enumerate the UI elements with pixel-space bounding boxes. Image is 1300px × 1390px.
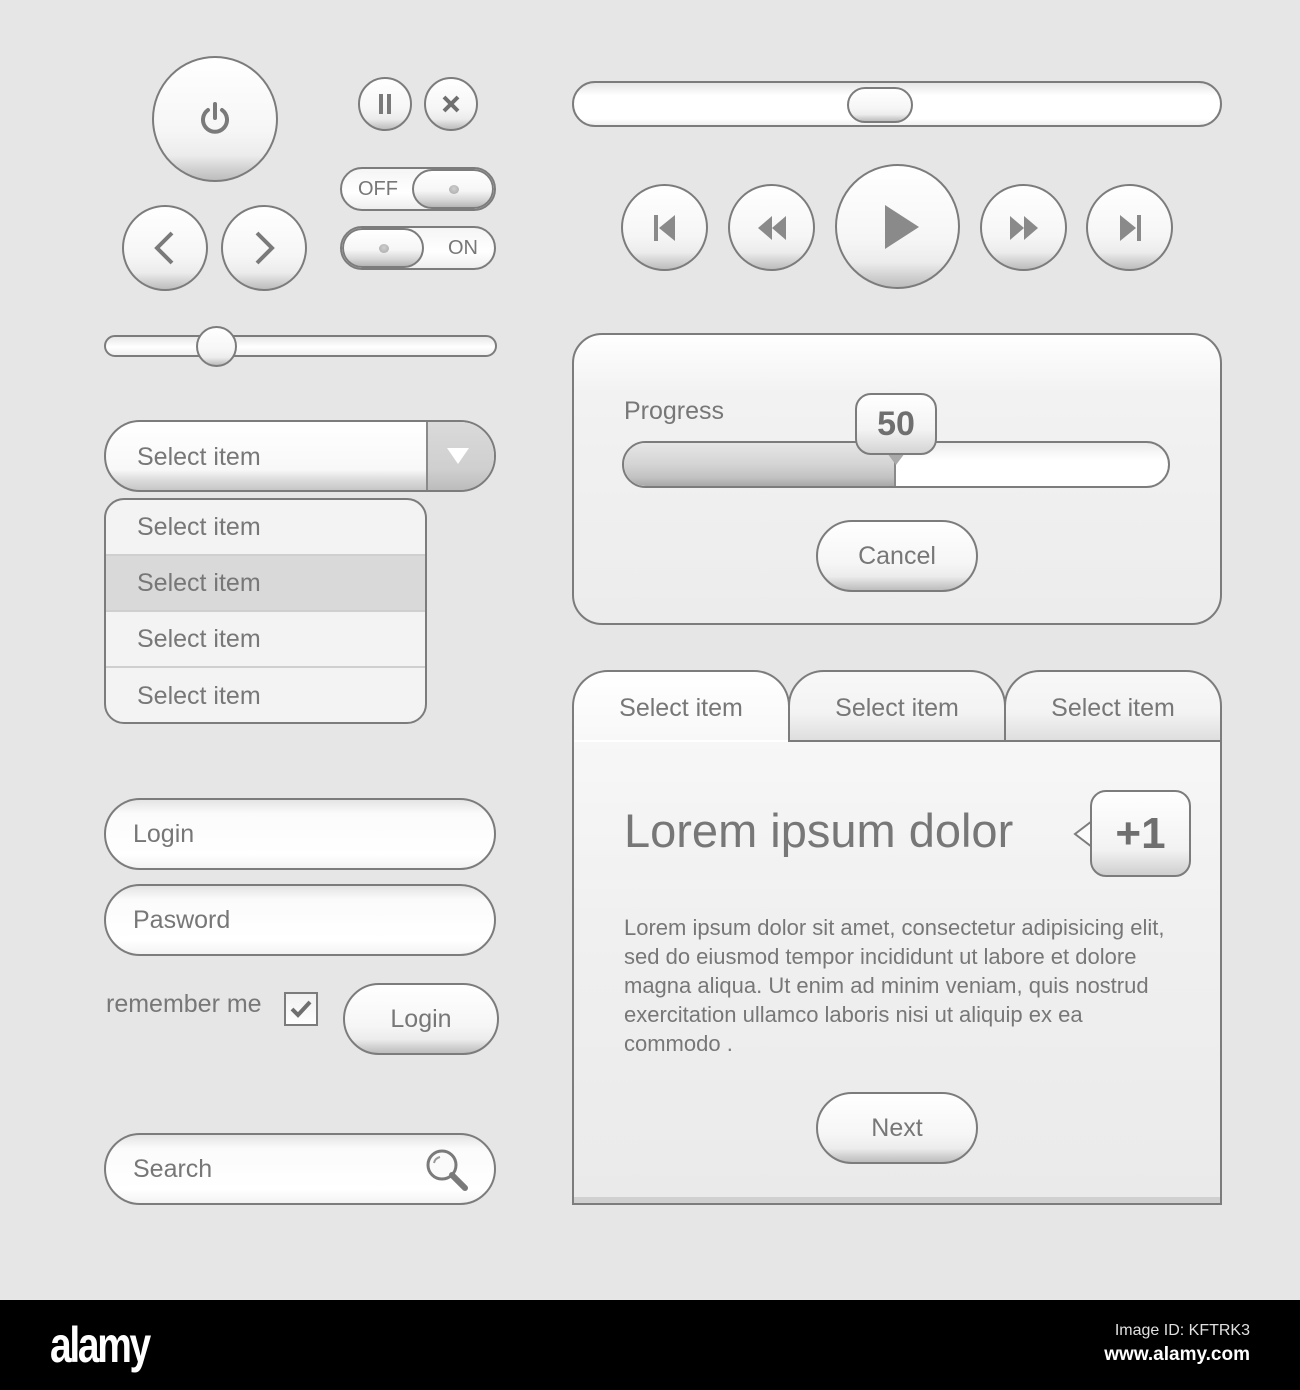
tab-1[interactable]: Select item <box>572 670 790 742</box>
fast-forward-button[interactable] <box>980 184 1067 271</box>
search-input[interactable]: Search <box>104 1133 496 1205</box>
toggle-off-label: OFF <box>358 178 398 200</box>
slider-thumb[interactable] <box>195 326 237 367</box>
slider-track[interactable] <box>104 335 497 357</box>
play-icon <box>884 204 919 249</box>
toggle-on[interactable]: ON <box>340 226 496 270</box>
rewind-button[interactable] <box>728 184 815 271</box>
close-icon <box>442 95 460 113</box>
checkmark-icon <box>290 1000 312 1018</box>
footer-url[interactable]: www.alamy.com <box>1104 1344 1250 1366</box>
login-placeholder: Login <box>133 819 195 848</box>
tab-label: Select item <box>619 694 743 722</box>
knob-dot <box>449 185 459 194</box>
next-arrow-button[interactable] <box>221 205 307 291</box>
power-button[interactable] <box>152 56 278 182</box>
login-button-label: Login <box>390 1004 452 1033</box>
login-button[interactable]: Login <box>343 983 499 1055</box>
toggle-on-label: ON <box>448 237 478 259</box>
progress-value: 50 <box>877 404 915 443</box>
play-button[interactable] <box>835 164 960 289</box>
cancel-button-label: Cancel <box>858 541 936 570</box>
dropdown-selected-value: Select item <box>137 443 261 471</box>
skip-forward-icon <box>1119 214 1141 241</box>
pause-icon <box>379 94 391 114</box>
toggle-knob[interactable] <box>412 169 494 209</box>
content-heading: Lorem ipsum dolor <box>624 804 1014 857</box>
toggle-off[interactable]: OFF <box>340 167 496 211</box>
scrollbar-thumb[interactable] <box>846 87 913 123</box>
skip-back-icon <box>653 214 675 241</box>
dropdown-option[interactable]: Select item <box>106 612 425 668</box>
dropdown-option-highlighted[interactable]: Select item <box>106 556 425 612</box>
login-input[interactable]: Login <box>104 798 496 870</box>
select-dropdown[interactable]: Select item <box>104 420 496 492</box>
dropdown-option[interactable]: Select item <box>106 500 425 556</box>
dropdown-toggle-button[interactable] <box>426 422 494 490</box>
skip-forward-button[interactable] <box>1086 184 1173 271</box>
password-input[interactable]: Pasword <box>104 884 496 956</box>
chevron-right-icon <box>255 231 275 265</box>
triangle-down-icon <box>447 448 469 464</box>
progress-fill <box>624 443 896 486</box>
remember-me-checkbox[interactable] <box>284 992 318 1026</box>
close-button[interactable] <box>424 77 478 131</box>
power-icon <box>201 102 229 134</box>
dropdown-option[interactable]: Select item <box>106 668 425 722</box>
progress-label: Progress <box>624 397 725 425</box>
tab-label: Select item <box>1051 694 1175 722</box>
tab-2[interactable]: Select item <box>788 670 1006 742</box>
footer-image-id: Image ID: KFTRK3 <box>1114 1322 1250 1339</box>
previous-button[interactable] <box>122 205 208 291</box>
progress-value-bubble: 50 <box>855 393 937 455</box>
tab-label: Select item <box>835 694 959 722</box>
dropdown-list: Select item Select item Select item Sele… <box>104 498 427 724</box>
toggle-knob[interactable] <box>342 228 424 268</box>
next-button-label: Next <box>871 1113 923 1142</box>
pause-button[interactable] <box>358 77 412 131</box>
rewind-icon <box>757 215 786 240</box>
fast-forward-icon <box>1009 215 1038 240</box>
skip-back-button[interactable] <box>621 184 708 271</box>
knob-dot <box>379 244 389 253</box>
plus-one-badge[interactable]: +1 <box>1090 790 1191 877</box>
search-placeholder: Search <box>133 1154 213 1183</box>
plus-one-label: +1 <box>1115 808 1166 858</box>
footer-logo: alamy <box>50 1317 151 1373</box>
chevron-left-icon <box>154 231 174 265</box>
next-button[interactable]: Next <box>816 1092 978 1164</box>
password-placeholder: Pasword <box>133 905 231 934</box>
content-body-text: Lorem ipsum dolor sit amet, consectetur … <box>624 915 1165 1056</box>
cancel-button[interactable]: Cancel <box>816 520 978 592</box>
remember-me-label: remember me <box>106 990 262 1018</box>
tab-3[interactable]: Select item <box>1004 670 1222 742</box>
search-icon[interactable] <box>424 1147 470 1193</box>
